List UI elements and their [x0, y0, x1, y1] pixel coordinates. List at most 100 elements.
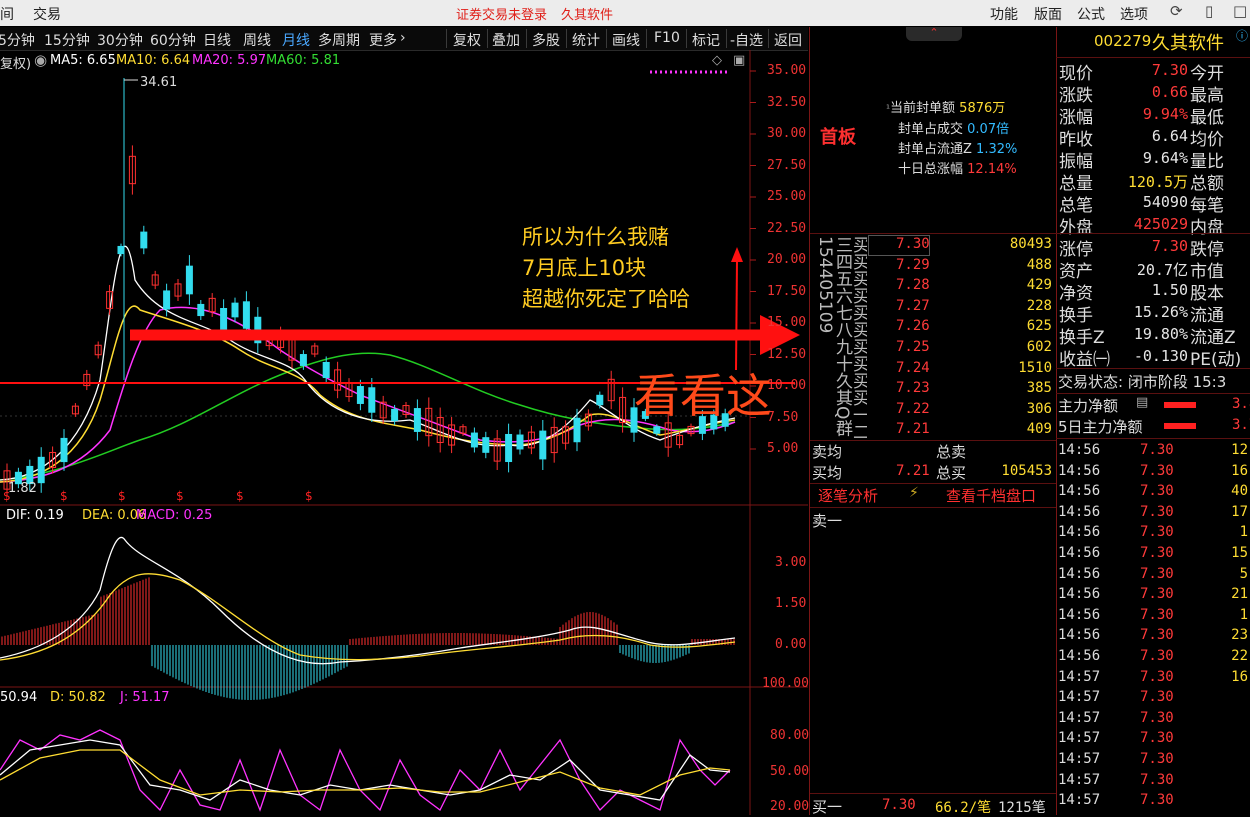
menu-function[interactable]: 功能: [990, 4, 1018, 24]
high-price-mark: 34.61: [140, 75, 177, 90]
quote-value: 7.30: [1151, 237, 1188, 255]
tick-price: 7.30: [1140, 606, 1174, 623]
dividend-marker-4: $: [176, 489, 184, 503]
tick-price: 7.30: [1140, 668, 1174, 685]
tab-depth-view[interactable]: 查看千档盘口: [946, 485, 1036, 506]
info-icon[interactable]: ⓘ: [1236, 27, 1248, 44]
level-volume: 385: [1026, 380, 1052, 397]
tick-price: 7.30: [1140, 771, 1174, 788]
level-price: 7.26: [896, 318, 930, 335]
orderbook-level[interactable]: 7.30 80493: [810, 234, 1056, 255]
dividend-marker-6: $: [305, 489, 313, 503]
orderbook-level[interactable]: 7.29 488: [810, 255, 1056, 276]
orderbook-level[interactable]: 7.21 409: [810, 419, 1056, 440]
price-axis-label: 27.50: [767, 157, 807, 173]
period-week[interactable]: 周线: [243, 30, 271, 50]
level-price: 7.21: [896, 421, 930, 438]
candle-body: [573, 417, 581, 443]
level-volume: 80493: [1009, 236, 1052, 252]
candle-body: [356, 386, 364, 404]
tick-time: 14:56: [1058, 462, 1101, 479]
tool-draw[interactable]: 画线: [612, 30, 640, 50]
period-multi[interactable]: 多周期: [318, 30, 360, 50]
chevron-right-icon[interactable]: ›: [400, 30, 406, 46]
dividend-marker-3: $: [118, 489, 126, 503]
period-day[interactable]: 日线: [203, 30, 231, 50]
period-month-active[interactable]: 月线: [282, 30, 310, 50]
orderbook-level[interactable]: 7.23 385: [810, 378, 1056, 399]
tool-watchlist[interactable]: -自选: [730, 30, 763, 50]
kdj-j-line: [0, 729, 731, 812]
diamond-icon[interactable]: ◇: [712, 53, 722, 68]
login-notice[interactable]: 证券交易未登录: [456, 4, 547, 23]
tool-mark[interactable]: 标记: [692, 30, 720, 50]
menu-options[interactable]: 选项: [1120, 4, 1148, 24]
brand-name: 久其软件: [561, 8, 614, 23]
orderbook-level[interactable]: 7.22 306: [810, 399, 1056, 420]
orderbook-level[interactable]: 7.26 625: [810, 316, 1056, 337]
bid-one-highlight: [868, 235, 930, 256]
quote-row: 涨停 7.30 跌停: [1056, 235, 1250, 260]
tool-multistock[interactable]: 多股: [532, 30, 560, 50]
candle-body: [185, 265, 193, 295]
drawn-up-line[interactable]: [735, 259, 738, 371]
period-more[interactable]: 更多: [369, 30, 397, 50]
tool-restore[interactable]: 复权: [453, 30, 481, 50]
period-15min[interactable]: 15分钟: [44, 30, 90, 50]
stock-name: 久其软件: [1152, 33, 1224, 54]
tool-stats[interactable]: 统计: [572, 30, 600, 50]
macd-value-legend: MACD: 0.25: [136, 508, 213, 523]
refresh-icon[interactable]: ⟳: [1170, 2, 1183, 20]
ma60-line: [0, 352, 736, 481]
tab-tick-analysis[interactable]: 逐笔分析: [818, 485, 878, 506]
quote-label: 收益㈠: [1059, 350, 1110, 370]
tool-f10[interactable]: F10: [654, 30, 680, 46]
period-60min[interactable]: 60分钟: [150, 30, 196, 50]
candle-body: [391, 408, 399, 422]
menu-formula[interactable]: 公式: [1077, 4, 1105, 24]
minimize-icon[interactable]: ▯: [1205, 2, 1213, 20]
price-axis-label: 17.50: [767, 283, 807, 299]
tick-time: 14:56: [1058, 565, 1101, 582]
orderbook-level[interactable]: 7.24 1510: [810, 358, 1056, 379]
level-price: 7.27: [896, 297, 930, 314]
orderbook-level[interactable]: 7.25 602: [810, 337, 1056, 358]
seal-title: 首板: [820, 127, 856, 148]
flow5-label: 5日主力净额: [1058, 418, 1143, 436]
tick-volume: 17: [1231, 503, 1248, 520]
tick-row: 14:56 7.30 22: [1056, 646, 1250, 667]
tool-overlay[interactable]: 叠加: [492, 30, 520, 50]
period-30min[interactable]: 30分钟: [97, 30, 143, 50]
maximize-icon[interactable]: □: [1233, 2, 1247, 20]
quote-row: 昨收 6.64 均价: [1056, 125, 1250, 150]
candle-body: [413, 408, 421, 432]
quote-value: 7.30: [1151, 61, 1188, 79]
level-price: 7.23: [896, 380, 930, 397]
orderbook-level[interactable]: 7.28 429: [810, 275, 1056, 296]
candle-body: [220, 307, 228, 333]
tick-price: 7.30: [1140, 565, 1174, 582]
quote-value: -0.130: [1133, 347, 1188, 365]
tick-time: 14:57: [1058, 709, 1101, 726]
quote-value: 6.64: [1151, 127, 1188, 145]
ma-settings-icon[interactable]: ◉: [34, 51, 47, 69]
collapse-tab-icon[interactable]: ⌃: [906, 27, 962, 41]
tick-row: 14:56 7.30 16: [1056, 461, 1250, 482]
orderbook-level[interactable]: 7.27 228: [810, 296, 1056, 317]
menu-layout[interactable]: 版面: [1034, 4, 1062, 24]
tick-time: 14:56: [1058, 442, 1101, 458]
main-flow-icon[interactable]: ▤: [1136, 395, 1148, 410]
quote-value: 19.80%: [1133, 325, 1188, 343]
menu-item-left-0[interactable]: 间: [0, 4, 14, 24]
menu-item-trade[interactable]: 交易: [33, 4, 61, 24]
tick-time: 14:57: [1058, 689, 1101, 706]
quote-value: 425029: [1133, 215, 1188, 233]
tool-back[interactable]: 返回: [774, 30, 802, 50]
tick-row: 14:57 7.30: [1056, 749, 1250, 770]
level-price: 7.25: [896, 339, 930, 355]
ma10-legend: MA10: 6.64: [116, 53, 191, 68]
flow5-value: 3.7: [1232, 417, 1250, 433]
price-axis-label: 22.50: [767, 220, 807, 236]
panel-toggle-icon[interactable]: ▣: [733, 53, 745, 68]
period-5min[interactable]: 5分钟: [0, 30, 35, 50]
